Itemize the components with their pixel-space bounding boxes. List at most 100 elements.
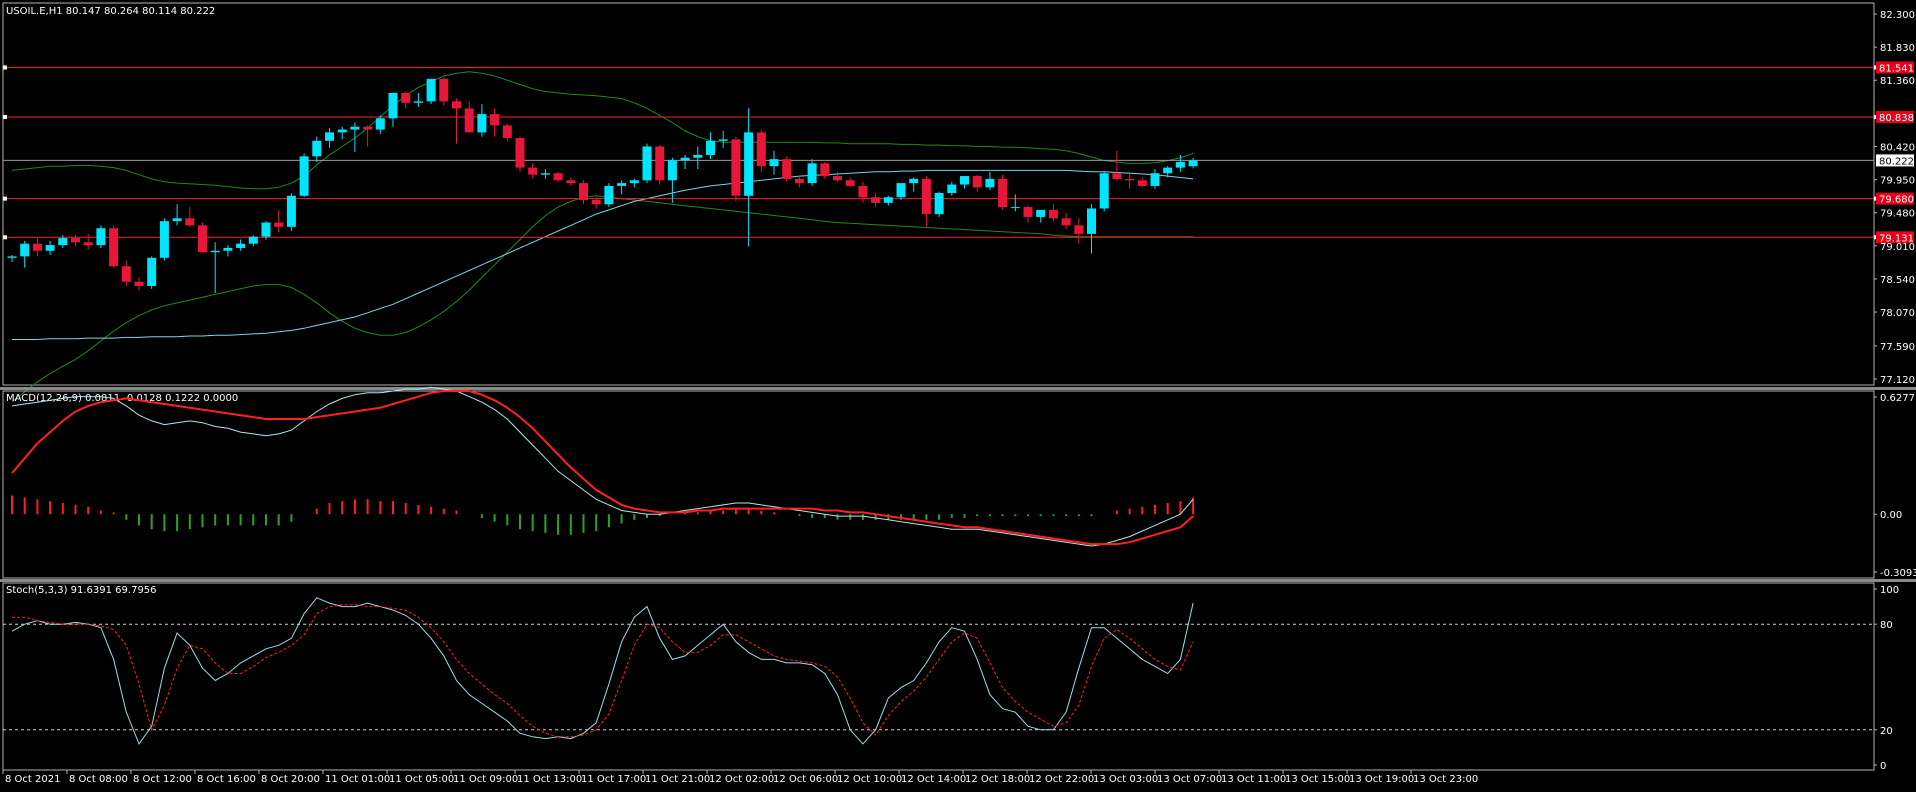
candle-body [731,139,741,196]
candle-body [706,140,715,155]
candle-body [845,180,855,186]
candle-body [693,154,703,158]
candle-body [236,243,246,248]
candle-body [350,126,360,130]
candle-body [388,92,398,119]
candle-body [363,126,373,130]
pane-separator-1[interactable] [0,387,1916,390]
candle-body [375,118,385,130]
candle-body [502,125,512,139]
candle-body [591,200,601,205]
candle-body [655,146,665,181]
candle-body [921,178,931,215]
time-tick-label: 12 Oct 18:00 [965,774,1030,785]
candle-body [96,228,106,246]
level-anchor-dot [3,115,7,120]
stoch-tick-label: 0 [1880,761,1886,772]
time-tick-label: 11 Oct 13:00 [517,774,582,785]
candle-body [20,243,30,257]
macd-tick-label: 0.6277 [1880,393,1915,404]
level-anchor-dot [3,65,7,70]
time-tick-label: 8 Oct 16:00 [197,774,256,785]
chart-background [0,0,1916,792]
candle-body [401,92,411,103]
price-tick-label: 79.010 [1880,242,1915,253]
candle-body [198,225,207,253]
candle-body [452,101,461,109]
candle-body [312,140,322,157]
candle-body [553,173,563,181]
candle-body [299,156,309,196]
time-tick-label: 11 Oct 01:00 [325,774,390,785]
candle-body [718,139,728,141]
candle-body [604,185,614,205]
candle-body [7,256,17,258]
candle-body [579,183,588,201]
macd-tick-label: -0.3093 [1880,568,1916,579]
price-tick-label: 77.590 [1880,342,1915,353]
price-tick-label: 80.420 [1880,142,1915,153]
candle-body [426,78,436,102]
candle-body [109,228,119,267]
candle-body [1163,167,1173,174]
candle-body [1074,225,1084,234]
time-tick-label: 12 Oct 14:00 [901,774,966,785]
time-tick-label: 13 Oct 19:00 [1349,774,1414,785]
stoch-tick-label: 100 [1880,585,1899,596]
price-tick-label: 78.540 [1880,275,1915,286]
candle-body [1036,209,1046,217]
candle-body [985,178,995,188]
level-anchor-dot [3,235,7,240]
price-pane-title: USOIL.E,H1 80.147 80.264 80.114 80.222 [6,6,215,17]
candle-body [45,245,55,251]
candle-body [769,159,779,167]
candle-body [1061,218,1071,226]
candle-body [1188,160,1198,167]
candle-body [566,180,576,184]
candle-body [185,218,195,226]
candle-body [477,114,487,133]
candle-body [1099,173,1109,209]
candle-body [871,197,881,203]
price-tick-label: 79.480 [1880,209,1915,220]
stoch-pane-title: Stoch(5,3,3) 91.6391 69.7956 [6,585,157,596]
time-tick-label: 11 Oct 17:00 [581,774,646,785]
candle-body [794,178,804,184]
time-tick-label: 8 Oct 2021 [5,774,60,785]
candle-body [934,192,944,215]
time-tick-label: 13 Oct 03:00 [1093,774,1158,785]
candle-body [947,184,957,193]
level-price-label: 80.838 [1879,113,1914,124]
stoch-tick-label: 20 [1880,726,1893,737]
candle-body [896,183,906,198]
candle-body [820,163,830,177]
price-tick-label: 79.950 [1880,176,1915,187]
candle-body [1087,208,1096,234]
time-tick-label: 13 Oct 23:00 [1413,774,1478,785]
candle-body [464,108,474,133]
candle-body [325,132,334,141]
candle-body [629,180,639,184]
candle-body [286,195,296,227]
level-price-label: 81.541 [1879,63,1914,74]
price-tick-label: 78.070 [1880,308,1915,319]
candle-body [680,157,690,161]
price-tick-label: 77.120 [1880,375,1915,386]
candle-body [1010,207,1020,209]
candle-body [83,242,93,246]
candle-body [858,185,868,198]
time-tick-label: 8 Oct 20:00 [261,774,320,785]
price-tick-label: 81.360 [1880,76,1915,87]
candle-body [1137,180,1147,186]
candle-body [1112,173,1122,179]
candle-body [744,132,754,196]
candle-body [147,257,157,286]
candle-body [782,159,792,179]
trading-chart[interactable]: USOIL.E,H1 80.147 80.264 80.114 80.222 8… [0,0,1916,792]
candle-body [134,281,144,286]
candle-body [833,176,842,181]
time-tick-label: 12 Oct 06:00 [773,774,838,785]
candle-body [528,167,538,175]
pane-separator-2[interactable] [0,579,1916,582]
candle-body [1125,178,1135,181]
